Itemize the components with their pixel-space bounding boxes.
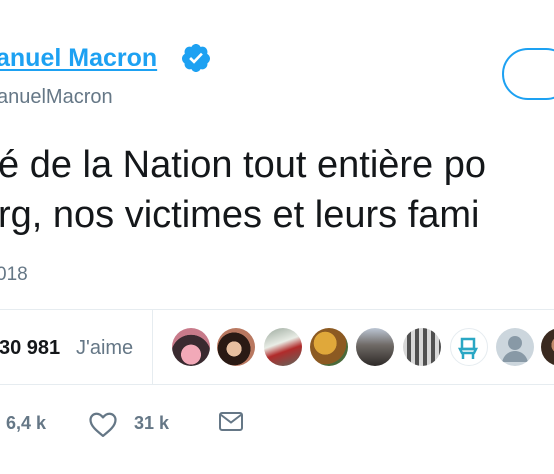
avatar-1[interactable] [172, 328, 210, 366]
avatar-8[interactable] [496, 328, 534, 366]
author-display-name[interactable]: anuel Macron [0, 44, 157, 73]
avatar-9[interactable] [541, 328, 554, 366]
avatar-2[interactable] [217, 328, 255, 366]
tweet-date[interactable]: 018 [0, 264, 28, 286]
tweet-text: é de la Nation tout entière po rg, nos v… [0, 140, 486, 240]
tweet-text-line-1: é de la Nation tout entière po [0, 144, 487, 186]
avatar-6[interactable] [403, 328, 441, 366]
stats-separator [152, 310, 153, 384]
stats-bottom-divider [0, 384, 554, 385]
default-profile-icon [502, 336, 528, 362]
chair-icon [457, 337, 479, 359]
tweet-text-line-2: rg, nos victimes et leurs fami [0, 194, 480, 236]
message-icon[interactable] [218, 410, 244, 434]
heart-icon[interactable] [88, 410, 118, 438]
like-count[interactable]: 31 k [134, 413, 169, 434]
avatar-4[interactable] [310, 328, 348, 366]
follow-button[interactable] [502, 48, 554, 100]
retweet-count[interactable]: 6,4 k [6, 413, 46, 434]
author-handle[interactable]: anuelMacron [0, 86, 113, 109]
stats-top-divider [0, 309, 554, 310]
verified-badge-icon [181, 44, 210, 72]
avatar-5[interactable] [356, 328, 394, 366]
likes-count[interactable]: 30 981 [0, 337, 60, 360]
likes-label[interactable]: J'aime [76, 337, 133, 360]
avatar-3[interactable] [264, 328, 302, 366]
avatar-7[interactable] [450, 328, 488, 366]
